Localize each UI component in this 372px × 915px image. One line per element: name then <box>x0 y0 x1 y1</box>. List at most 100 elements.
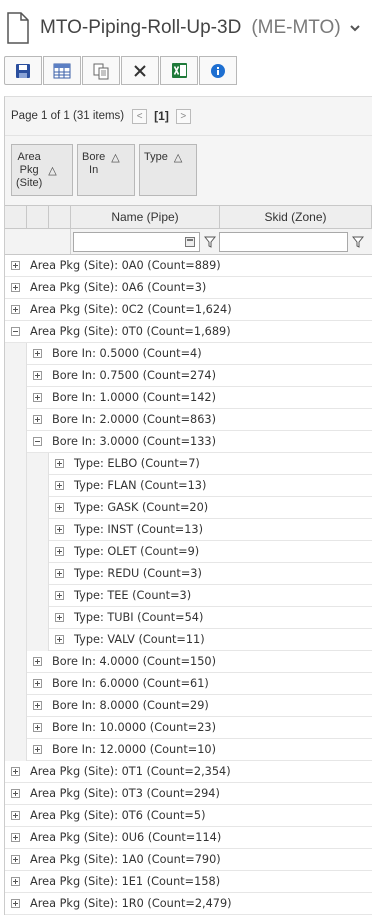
group-row[interactable]: Bore In: 12.0000 (Count=10) <box>5 738 372 761</box>
group-row[interactable]: Type: REDU (Count=3) <box>5 562 372 585</box>
expand-icon[interactable] <box>33 745 42 754</box>
filter-icon[interactable] <box>204 236 216 248</box>
group-row[interactable]: Area Pkg (Site): 0T0 (Count=1,689) <box>5 321 372 343</box>
group-row[interactable]: Area Pkg (Site): 0A6 (Count=3) <box>5 277 372 299</box>
expand-icon[interactable] <box>55 481 64 490</box>
collapse-icon[interactable] <box>33 437 42 446</box>
expand-icon[interactable] <box>55 459 64 468</box>
group-indent <box>5 584 27 607</box>
group-row[interactable]: Bore In: 0.5000 (Count=4) <box>5 342 372 365</box>
expand-icon[interactable] <box>33 393 42 402</box>
group-chip-type[interactable]: Type △ <box>139 144 197 196</box>
group-row[interactable]: Bore In: 2.0000 (Count=863) <box>5 408 372 431</box>
group-row[interactable]: Type: FLAN (Count=13) <box>5 474 372 497</box>
copy-button[interactable] <box>82 56 120 85</box>
group-row[interactable]: Area Pkg (Site): 0U6 (Count=114) <box>5 827 372 849</box>
group-row-label: Area Pkg (Site): 0T6 (Count=5) <box>30 809 206 822</box>
group-row[interactable]: Type: VALV (Count=11) <box>5 628 372 651</box>
table-view-button[interactable] <box>43 56 81 85</box>
group-indent-header <box>27 206 49 228</box>
column-header-row: Name (Pipe) Skid (Zone) <box>5 205 372 229</box>
expand-icon[interactable] <box>55 569 64 578</box>
group-row-label: Bore In: 6.0000 (Count=61) <box>52 677 209 690</box>
column-header-skid-zone[interactable]: Skid (Zone) <box>220 206 372 228</box>
name-filter-input[interactable] <box>73 231 200 252</box>
expand-icon[interactable] <box>11 283 20 292</box>
group-row-label: Type: VALV (Count=11) <box>74 633 205 646</box>
group-row[interactable]: Bore In: 6.0000 (Count=61) <box>5 672 372 695</box>
info-icon <box>211 63 225 78</box>
group-row[interactable]: Bore In: 1.0000 (Count=142) <box>5 386 372 409</box>
expand-icon[interactable] <box>11 789 20 798</box>
group-row[interactable]: Type: TEE (Count=3) <box>5 584 372 607</box>
data-grid: Page 1 of 1 (31 items) < [1] > Area Pkg … <box>4 96 372 915</box>
group-row[interactable]: Area Pkg (Site): 0T3 (Count=294) <box>5 783 372 805</box>
toolbar <box>4 56 238 85</box>
group-row-label: Area Pkg (Site): 1E1 (Count=158) <box>30 875 221 888</box>
group-indent <box>5 386 27 409</box>
group-indent <box>27 606 49 629</box>
group-row-label: Area Pkg (Site): 0T3 (Count=294) <box>30 787 220 800</box>
expand-icon[interactable] <box>11 811 20 820</box>
expand-icon[interactable] <box>11 261 20 270</box>
group-row-label: Type: FLAN (Count=13) <box>74 479 207 492</box>
group-row[interactable]: Bore In: 4.0000 (Count=150) <box>5 650 372 673</box>
expand-icon[interactable] <box>55 547 64 556</box>
column-header-name-pipe[interactable]: Name (Pipe) <box>71 206 220 228</box>
clear-button[interactable] <box>121 56 159 85</box>
expand-icon[interactable] <box>55 525 64 534</box>
expand-icon[interactable] <box>33 723 42 732</box>
report-subtitle: (ME-MTO) <box>251 17 341 38</box>
expand-icon[interactable] <box>33 415 42 424</box>
group-row[interactable]: Bore In: 0.7500 (Count=274) <box>5 364 372 387</box>
info-button[interactable] <box>199 56 237 85</box>
filter-row <box>5 229 372 255</box>
group-row[interactable]: Bore In: 3.0000 (Count=133) <box>5 430 372 453</box>
group-row[interactable]: Type: INST (Count=13) <box>5 518 372 541</box>
expand-icon[interactable] <box>55 613 64 622</box>
group-chip-label: Bore In <box>82 151 106 176</box>
expand-icon[interactable] <box>33 701 42 710</box>
pager-current-page[interactable]: [1] <box>154 109 169 123</box>
expand-icon[interactable] <box>55 635 64 644</box>
expand-icon[interactable] <box>33 371 42 380</box>
save-button[interactable] <box>4 56 42 85</box>
group-row[interactable]: Type: ELBO (Count=7) <box>5 452 372 475</box>
chevron-down-icon[interactable] <box>349 22 361 34</box>
export-excel-button[interactable] <box>160 56 198 85</box>
expand-icon[interactable] <box>11 833 20 842</box>
group-row[interactable]: Area Pkg (Site): 0T1 (Count=2,354) <box>5 761 372 783</box>
expand-icon[interactable] <box>11 855 20 864</box>
expand-icon[interactable] <box>11 305 20 314</box>
pager: Page 1 of 1 (31 items) < [1] > <box>5 97 372 135</box>
expand-icon[interactable] <box>11 877 20 886</box>
group-row[interactable]: Area Pkg (Site): 1R0 (Count=2,479) <box>5 893 372 915</box>
skid-filter-input[interactable] <box>219 231 348 252</box>
group-row[interactable]: Type: TUBI (Count=54) <box>5 606 372 629</box>
collapse-icon[interactable] <box>11 327 20 336</box>
pager-prev-button[interactable]: < <box>132 108 148 124</box>
group-row[interactable]: Area Pkg (Site): 0C2 (Count=1,624) <box>5 299 372 321</box>
expand-icon[interactable] <box>33 657 42 666</box>
group-row-label: Area Pkg (Site): 1A0 (Count=790) <box>30 853 221 866</box>
expand-icon[interactable] <box>11 899 20 908</box>
expand-icon[interactable] <box>33 679 42 688</box>
sort-ascending-icon: △ <box>173 152 183 164</box>
filter-icon[interactable] <box>352 236 364 248</box>
group-row[interactable]: Area Pkg (Site): 0T6 (Count=5) <box>5 805 372 827</box>
expand-icon[interactable] <box>11 767 20 776</box>
expand-icon[interactable] <box>55 503 64 512</box>
group-row[interactable]: Area Pkg (Site): 1E1 (Count=158) <box>5 871 372 893</box>
group-row[interactable]: Type: OLET (Count=9) <box>5 540 372 563</box>
group-row[interactable]: Area Pkg (Site): 0A0 (Count=889) <box>5 255 372 277</box>
group-row[interactable]: Type: GASK (Count=20) <box>5 496 372 519</box>
group-row[interactable]: Bore In: 10.0000 (Count=23) <box>5 716 372 739</box>
expand-icon[interactable] <box>33 349 42 358</box>
pager-next-button[interactable]: > <box>175 108 191 124</box>
group-row[interactable]: Area Pkg (Site): 1A0 (Count=790) <box>5 849 372 871</box>
group-chip-area-pkg[interactable]: Area Pkg (Site) △ <box>11 144 73 196</box>
excel-icon <box>171 63 187 78</box>
expand-icon[interactable] <box>55 591 64 600</box>
group-row[interactable]: Bore In: 8.0000 (Count=29) <box>5 694 372 717</box>
group-chip-bore-in[interactable]: Bore In △ <box>77 144 135 196</box>
